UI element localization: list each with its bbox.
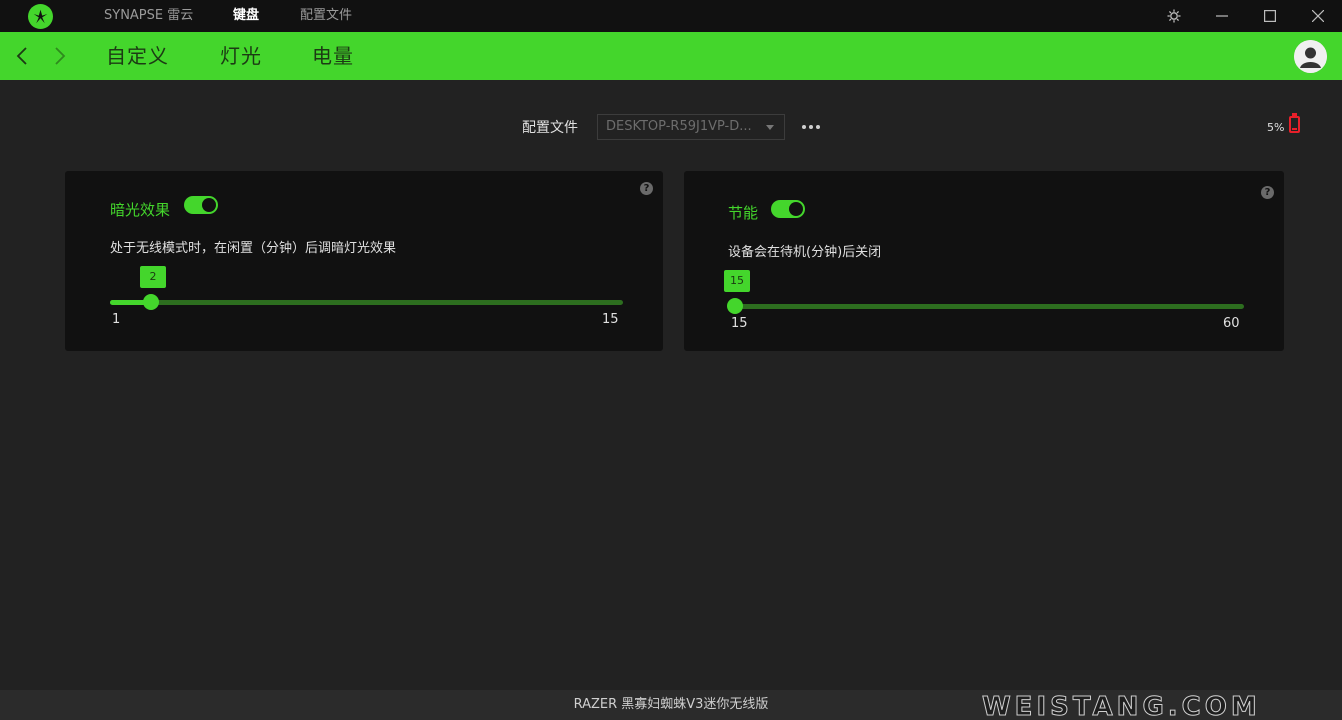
chevron-down-icon <box>766 125 774 130</box>
dim-slider-max: 15 <box>602 312 619 327</box>
status-footer: RAZER 黑寡妇蜘蛛V3迷你无线版 WEISTANG.COM <box>0 690 1342 720</box>
power-saving-description: 设备会在待机(分钟)后关闭 <box>728 245 882 260</box>
tab-power[interactable]: 电量 <box>312 32 354 80</box>
dim-slider-value-tooltip: 2 <box>140 266 166 288</box>
forward-arrow-icon[interactable] <box>48 44 72 68</box>
back-arrow-icon[interactable] <box>10 44 34 68</box>
dim-slider-thumb[interactable] <box>143 294 159 310</box>
profile-label: 配置文件 <box>522 120 578 136</box>
power-slider-value-tooltip: 15 <box>724 270 750 292</box>
dim-slider-track[interactable] <box>110 300 623 305</box>
power-slider-max: 60 <box>1223 316 1240 331</box>
help-icon[interactable]: ? <box>1261 186 1274 199</box>
razer-logo-icon[interactable] <box>28 4 53 29</box>
user-avatar-icon[interactable] <box>1294 40 1327 73</box>
dim-lighting-title: 暗光效果 <box>110 201 171 219</box>
profile-selected-value: DESKTOP-R59J1VP-D... <box>606 119 752 134</box>
help-icon[interactable]: ? <box>640 182 653 195</box>
more-options-icon[interactable] <box>801 117 821 137</box>
title-bar: SYNAPSE 雷云 键盘 配置文件 <box>0 0 1342 32</box>
dim-lighting-toggle[interactable] <box>184 196 218 214</box>
power-slider-min: 15 <box>731 316 748 331</box>
tab-customize[interactable]: 自定义 <box>106 32 169 80</box>
close-icon[interactable] <box>1298 0 1338 32</box>
power-saving-title: 节能 <box>728 204 759 222</box>
dim-slider-min: 1 <box>112 312 121 327</box>
maximize-icon[interactable] <box>1250 0 1290 32</box>
tab-lighting[interactable]: 灯光 <box>220 32 262 80</box>
dim-lighting-description: 处于无线模式时，在闲置（分钟）后调暗灯光效果 <box>110 241 397 256</box>
sub-nav-bar: 自定义 灯光 电量 <box>0 32 1342 80</box>
power-saving-toggle[interactable] <box>771 200 805 218</box>
tab-synapse[interactable]: SYNAPSE 雷云 <box>104 0 193 32</box>
dim-lighting-card: 暗光效果 ? 处于无线模式时，在闲置（分钟）后调暗灯光效果 2 1 15 <box>65 171 663 351</box>
battery-low-icon <box>1289 113 1300 133</box>
profile-dropdown[interactable]: DESKTOP-R59J1VP-D... <box>597 114 785 140</box>
tab-keyboard[interactable]: 键盘 <box>233 0 259 32</box>
watermark: WEISTANG.COM <box>982 692 1261 720</box>
settings-icon[interactable] <box>1154 0 1194 32</box>
power-saving-card: 节能 ? 设备会在待机(分钟)后关闭 15 15 60 <box>684 171 1284 351</box>
tab-profiles[interactable]: 配置文件 <box>300 0 352 32</box>
minimize-icon[interactable] <box>1202 0 1242 32</box>
power-slider-thumb[interactable] <box>727 298 743 314</box>
power-slider-track[interactable] <box>728 304 1244 309</box>
battery-percent: 5% <box>1267 121 1285 134</box>
